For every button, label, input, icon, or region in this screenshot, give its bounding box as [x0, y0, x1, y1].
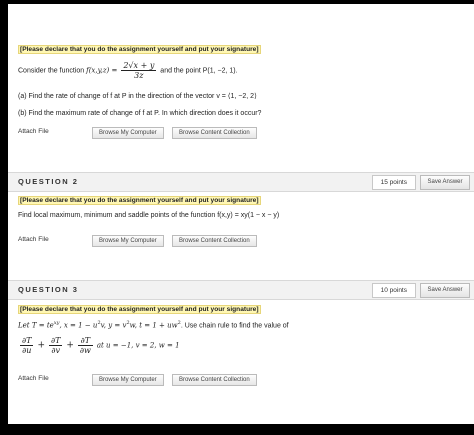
q2-browse-computer-button[interactable]: Browse My Computer [92, 235, 164, 247]
q1-attach-label: Attach File [18, 128, 49, 135]
q3-dT-dw: ∂T ∂w [77, 336, 93, 355]
q3-derivative-line: ∂T ∂u + ∂T ∂v + ∂T ∂w at u = −1, v = 2, w =… [20, 336, 180, 355]
question-3-points: 10 points [371, 283, 416, 298]
q1-part-b: (b) Find the maximum rate of change of f… [18, 110, 262, 117]
q2-prompt: Find local maximum, minimum and saddle p… [18, 212, 280, 219]
q3-declaration: [Please declare that you do the assignme… [18, 305, 261, 314]
q1-fraction: 2√x + y 3z [121, 61, 157, 80]
q1-declaration: [Please declare that you do the assignme… [18, 45, 261, 54]
bottom-bar [0, 424, 474, 435]
q3-let-line: Let T = texy, x = 1 − u2v, y = v2w, t = … [18, 320, 289, 330]
q2-browse-collection-button[interactable]: Browse Content Collection [172, 235, 257, 247]
question-3-header: QUESTION 3 10 points Save Answer [8, 280, 474, 300]
question-2-title: QUESTION 2 [18, 177, 79, 186]
q3-dT-du: ∂T ∂u [20, 336, 34, 355]
q1-browse-computer-button[interactable]: Browse My Computer [92, 127, 164, 139]
q2-declaration: [Please declare that you do the assignme… [18, 196, 261, 205]
question-2-header: QUESTION 2 15 points Save Answer [8, 172, 474, 192]
question-2-save-button[interactable]: Save Answer [420, 175, 470, 190]
q3-attach-label: Attach File [18, 375, 49, 382]
question-2-points: 15 points [371, 175, 416, 190]
q1-browse-collection-button[interactable]: Browse Content Collection [172, 127, 257, 139]
q2-attach-label: Attach File [18, 236, 49, 243]
q1-part-a: (a) Find the rate of change of f at P in… [18, 93, 257, 100]
q1-function-line: Consider the function f(x,y,z) = 2√x + y… [18, 61, 238, 80]
q3-browse-collection-button[interactable]: Browse Content Collection [172, 374, 257, 386]
q3-browse-computer-button[interactable]: Browse My Computer [92, 374, 164, 386]
q3-dT-dv: ∂T ∂v [48, 336, 63, 355]
assignment-page: [Please declare that you do the assignme… [8, 4, 474, 424]
question-3-save-button[interactable]: Save Answer [420, 283, 470, 298]
question-3-title: QUESTION 3 [18, 285, 79, 294]
